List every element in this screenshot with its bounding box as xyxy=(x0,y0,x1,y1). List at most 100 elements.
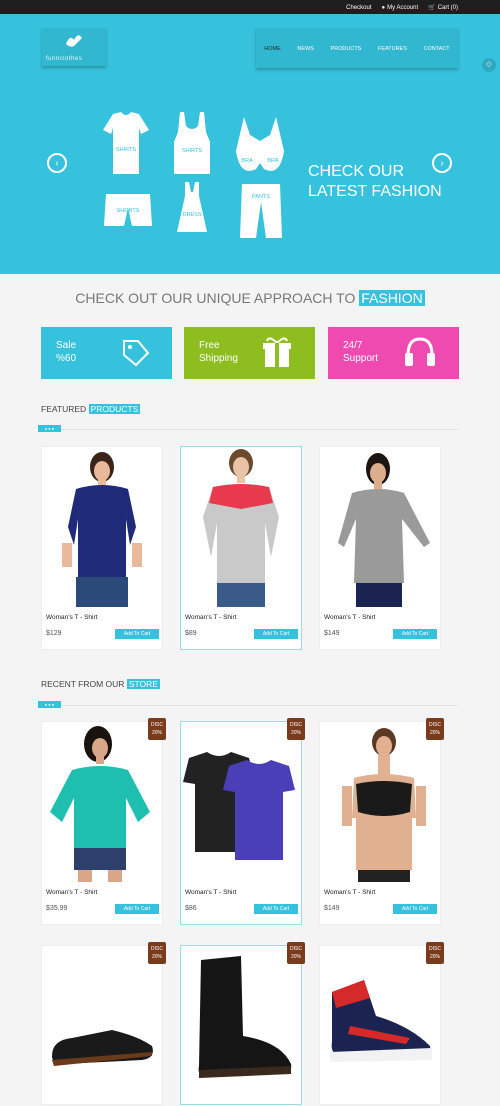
recent-highlight: STORE xyxy=(126,679,160,689)
discount-tag-value: 20% xyxy=(429,954,440,960)
discount-tag: DISC 20% xyxy=(148,942,166,964)
nav-contact[interactable]: CONTACT xyxy=(423,46,449,52)
featured-heading: FEATURED PRODUCTS xyxy=(41,404,141,414)
product-card[interactable]: DISC 20% Woman's T - Shirt $86 Add To Car… xyxy=(180,718,305,925)
product-image[interactable] xyxy=(42,447,162,607)
product-image[interactable] xyxy=(181,722,301,882)
product-image[interactable] xyxy=(42,722,162,882)
product-image[interactable] xyxy=(320,946,440,1106)
product-name[interactable]: Woman's T - Shirt xyxy=(46,614,97,621)
shirts-label: SHIRTS xyxy=(115,147,137,153)
product-price: $86 xyxy=(185,905,197,912)
pants-icon xyxy=(240,184,282,238)
discount-tag-value: 20% xyxy=(429,730,440,736)
cart-label: Cart (0) xyxy=(437,4,458,11)
red-navy-sneaker-image xyxy=(330,980,432,1062)
sale-line2: %60 xyxy=(56,353,77,364)
product-name[interactable]: Woman's T - Shirt xyxy=(324,889,375,896)
share-icon[interactable]: ◇ xyxy=(482,58,496,72)
shirts-label-2: SHIRTS xyxy=(181,148,203,154)
price-tag-icon xyxy=(123,340,150,367)
headphones-icon xyxy=(405,337,435,366)
woman-sports-bra-image xyxy=(342,728,426,882)
shipping-line1: Free xyxy=(199,340,220,351)
hero-banner: funnclothes HOME NEWS PRODUCTS FEATURES … xyxy=(0,14,500,274)
recent-divider-badge: ● ● ● xyxy=(38,701,61,708)
add-to-cart-button[interactable]: Add To Cart xyxy=(115,904,159,914)
nav-news[interactable]: NEWS xyxy=(297,46,314,52)
featured-divider-badge: ● ● ● xyxy=(38,425,61,432)
add-to-cart-button[interactable]: Add To Cart xyxy=(254,629,298,639)
product-price: $149 xyxy=(324,630,340,637)
top-bar: Checkout ● My Account 🛒 Cart (0) xyxy=(0,0,500,14)
hero-title-line1: CHECK OUR xyxy=(308,163,405,180)
product-price: $149 xyxy=(324,905,340,912)
logo-text: funnclothes xyxy=(46,56,83,62)
my-account-link[interactable]: ● My Account xyxy=(382,5,419,11)
discount-tag: DISC 20% xyxy=(426,942,444,964)
product-image[interactable] xyxy=(181,447,301,607)
product-card[interactable]: DISC 20% Woman's T - Shirt $35.99 Add To … xyxy=(41,718,166,925)
product-name[interactable]: Woman's T - Shirt xyxy=(185,614,236,621)
black-boot-image xyxy=(198,956,292,1078)
woman-grey-top-image xyxy=(338,453,430,607)
bra-label-2: BRA xyxy=(267,158,279,164)
hero-title: CHECK OUR LATEST FASHION xyxy=(308,162,442,202)
sale-box[interactable]: Sale %60 xyxy=(41,327,172,379)
recent-divider xyxy=(38,705,458,706)
add-to-cart-button[interactable]: Add To Cart xyxy=(254,904,298,914)
nav-products[interactable]: PRODUCTS xyxy=(330,46,361,52)
product-card[interactable]: Woman's T - Shirt $89 Add To Cart xyxy=(180,446,302,650)
bird-logo-icon xyxy=(66,35,82,47)
site-logo[interactable]: funnclothes xyxy=(42,28,106,66)
product-image[interactable] xyxy=(181,946,301,1106)
cart-link[interactable]: 🛒 Cart (0) xyxy=(428,4,458,12)
slider-prev-arrow[interactable]: ‹ xyxy=(47,153,67,173)
discount-tag: DISC 20% xyxy=(426,718,444,740)
discount-tag: DISC 20% xyxy=(287,942,305,964)
nav-features[interactable]: FEATURES xyxy=(378,46,407,52)
product-image[interactable] xyxy=(42,946,162,1106)
discount-tag-label: DISC xyxy=(151,722,163,728)
bra-icon xyxy=(236,117,284,171)
featured-divider xyxy=(38,429,458,430)
product-name[interactable]: Woman's T - Shirt xyxy=(324,614,375,621)
product-card[interactable]: DISC 20% Woman's T - Shirt $149 Add To Ca… xyxy=(319,718,444,925)
product-price: $129 xyxy=(46,630,62,637)
user-icon: ● xyxy=(381,4,386,11)
featured-highlight: PRODUCTS xyxy=(88,404,141,414)
product-card[interactable]: DISC 20% xyxy=(319,942,444,1106)
product-card[interactable]: DISC 20% xyxy=(41,942,166,1106)
product-image[interactable] xyxy=(320,447,440,607)
add-to-cart-button[interactable]: Add To Cart xyxy=(393,904,437,914)
shipping-line2: Shipping xyxy=(199,353,238,364)
product-name[interactable]: Woman's T - Shirt xyxy=(185,889,236,896)
discount-tag-label: DISC xyxy=(429,722,441,728)
woman-red-grey-top-image xyxy=(203,449,279,607)
product-card[interactable]: Woman's T - Shirt $149 Add To Cart xyxy=(319,446,441,650)
support-line2: Support xyxy=(343,353,379,364)
discount-tag-label: DISC xyxy=(429,946,441,952)
free-shipping-box[interactable]: Free Shipping xyxy=(184,327,315,379)
my-account-label: My Account xyxy=(387,4,419,11)
shirt-icon xyxy=(103,112,149,174)
discount-tag-label: DISC xyxy=(151,946,163,952)
add-to-cart-button[interactable]: Add To Cart xyxy=(115,629,159,639)
nav-home[interactable]: HOME xyxy=(264,46,281,52)
shorts-label: SHORTS xyxy=(116,208,140,214)
product-card[interactable]: DISC 20% xyxy=(180,942,305,1106)
support-box[interactable]: 24/7 Support xyxy=(328,327,459,379)
approach-heading: CHECK OUT OUR UNIQUE APPROACH TO FASHION xyxy=(0,290,500,306)
checkout-link[interactable]: Checkout xyxy=(346,5,371,11)
cart-icon: 🛒 xyxy=(428,5,436,11)
product-image[interactable] xyxy=(320,722,440,882)
black-loafer-image xyxy=(52,1030,153,1066)
featured-text: FEATURED xyxy=(41,404,87,414)
product-card[interactable]: Woman's T - Shirt $129 Add To Cart xyxy=(41,446,163,650)
tank-top-icon xyxy=(174,112,210,174)
discount-tag-value: 20% xyxy=(151,730,162,736)
product-name[interactable]: Woman's T - Shirt xyxy=(46,889,97,896)
recent-text: RECENT FROM OUR xyxy=(41,679,125,689)
dress-icon xyxy=(177,182,207,232)
add-to-cart-button[interactable]: Add To Cart xyxy=(393,629,437,639)
